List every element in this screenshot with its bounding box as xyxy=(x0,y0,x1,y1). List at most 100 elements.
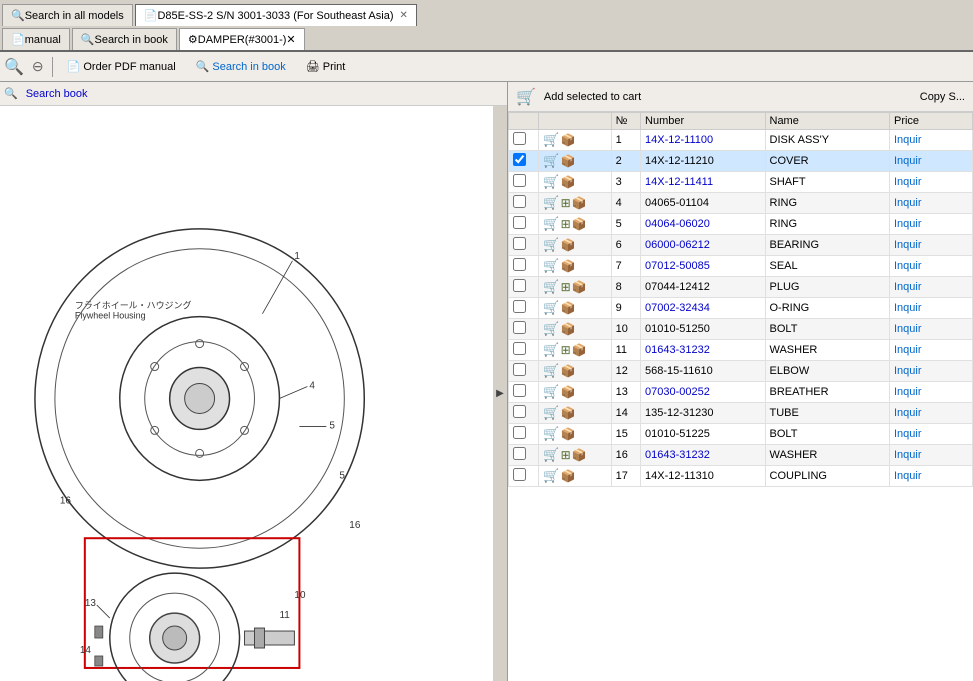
row-price[interactable]: Inquir xyxy=(889,235,972,256)
network-icon[interactable]: ⊞ xyxy=(561,448,571,462)
row-part-number[interactable]: 01010-51225 xyxy=(641,424,765,445)
cart-icon[interactable]: 🛒 xyxy=(543,384,559,399)
box-icon[interactable]: 📦 xyxy=(561,133,576,147)
row-checkbox[interactable] xyxy=(513,279,526,292)
row-checkbox[interactable] xyxy=(513,258,526,271)
inquire-link[interactable]: Inquir xyxy=(894,134,922,146)
tab-d85e[interactable]: 📄 D85E-SS-2 S/N 3001-3033 (For Southeast… xyxy=(135,4,417,26)
row-price[interactable]: Inquir xyxy=(889,298,972,319)
row-part-number[interactable]: 01010-51250 xyxy=(641,319,765,340)
copy-label[interactable]: Copy S... xyxy=(920,91,965,103)
row-price[interactable]: Inquir xyxy=(889,277,972,298)
inquire-link[interactable]: Inquir xyxy=(894,176,922,188)
row-checkbox[interactable] xyxy=(513,405,526,418)
part-number-link[interactable]: 01643-31232 xyxy=(645,449,710,461)
row-price[interactable]: Inquir xyxy=(889,256,972,277)
row-part-number[interactable]: 07002-32434 xyxy=(641,298,765,319)
panel-arrow-nav[interactable]: ▶ xyxy=(493,106,507,681)
row-part-number[interactable]: 14X-12-11210 xyxy=(641,151,765,172)
part-number-link[interactable]: 14X-12-11100 xyxy=(645,134,713,146)
row-part-number[interactable]: 06000-06212 xyxy=(641,235,765,256)
box-icon[interactable]: 📦 xyxy=(572,448,587,462)
box-icon[interactable]: 📦 xyxy=(561,175,576,189)
inquire-link[interactable]: Inquir xyxy=(894,386,922,398)
inquire-link[interactable]: Inquir xyxy=(894,197,922,209)
row-part-number[interactable]: 135-12-31230 xyxy=(641,403,765,424)
cart-icon[interactable]: 🛒 xyxy=(543,258,559,273)
network-icon[interactable]: ⊞ xyxy=(561,280,571,294)
tab-search-all-models[interactable]: 🔍 Search in all models xyxy=(2,4,133,26)
part-number-link[interactable]: 07002-32434 xyxy=(645,302,710,314)
row-price[interactable]: Inquir xyxy=(889,214,972,235)
print-btn[interactable]: 🖨 Print xyxy=(300,58,352,75)
box-icon[interactable]: 📦 xyxy=(561,259,576,273)
inquire-link[interactable]: Inquir xyxy=(894,323,922,335)
row-price[interactable]: Inquir xyxy=(889,172,972,193)
box-icon[interactable]: 📦 xyxy=(572,217,587,231)
box-icon[interactable]: 📦 xyxy=(561,385,576,399)
zoom-in-icon[interactable]: 🔍 xyxy=(4,57,24,77)
row-checkbox[interactable] xyxy=(513,426,526,439)
box-icon[interactable]: 📦 xyxy=(561,406,576,420)
row-part-number[interactable]: 14X-12-11411 xyxy=(641,172,765,193)
box-icon[interactable]: 📦 xyxy=(561,301,576,315)
tab-close-btn[interactable]: ✕ xyxy=(286,33,295,46)
cart-icon[interactable]: 🛒 xyxy=(543,216,559,231)
network-icon[interactable]: ⊞ xyxy=(561,343,571,357)
row-checkbox[interactable] xyxy=(513,174,526,187)
cart-icon[interactable]: 🛒 xyxy=(543,300,559,315)
part-number-link[interactable]: 14X-12-11411 xyxy=(645,176,713,188)
cart-icon[interactable]: 🛒 xyxy=(543,237,559,252)
cart-icon[interactable]: 🛒 xyxy=(543,468,559,483)
row-price[interactable]: Inquir xyxy=(889,361,972,382)
row-price[interactable]: Inquir xyxy=(889,193,972,214)
part-number-link[interactable]: 07030-00252 xyxy=(645,386,710,398)
row-checkbox[interactable] xyxy=(513,153,526,166)
part-number-link[interactable]: 06000-06212 xyxy=(645,239,710,251)
inquire-link[interactable]: Inquir xyxy=(894,281,922,293)
tab-manual[interactable]: 📄 manual xyxy=(2,28,70,50)
part-number-link[interactable]: 04064-06020 xyxy=(645,218,710,230)
row-checkbox[interactable] xyxy=(513,384,526,397)
search-book-diagram-link[interactable]: Search book xyxy=(26,88,88,100)
row-price[interactable]: Inquir xyxy=(889,130,972,151)
inquire-link[interactable]: Inquir xyxy=(894,260,922,272)
inquire-link[interactable]: Inquir xyxy=(894,407,922,419)
inquire-link[interactable]: Inquir xyxy=(894,428,922,440)
search-in-book-btn[interactable]: 🔍 Search in book xyxy=(190,58,292,75)
box-icon[interactable]: 📦 xyxy=(561,469,576,483)
inquire-link[interactable]: Inquir xyxy=(894,344,922,356)
cart-icon[interactable]: 🛒 xyxy=(543,426,559,441)
inquire-link[interactable]: Inquir xyxy=(894,218,922,230)
cart-icon[interactable]: 🛒 xyxy=(543,405,559,420)
part-number-link[interactable]: 01643-31232 xyxy=(645,344,710,356)
cart-icon[interactable]: 🛒 xyxy=(543,132,559,147)
row-part-number[interactable]: 01643-31232 xyxy=(641,445,765,466)
row-price[interactable]: Inquir xyxy=(889,382,972,403)
row-checkbox[interactable] xyxy=(513,321,526,334)
row-part-number[interactable]: 07044-12412 xyxy=(641,277,765,298)
row-checkbox[interactable] xyxy=(513,195,526,208)
tab-search-book[interactable]: 🔍 Search in book xyxy=(72,28,177,50)
row-part-number[interactable]: 568-15-11610 xyxy=(641,361,765,382)
box-icon[interactable]: 📦 xyxy=(561,427,576,441)
row-price[interactable]: Inquir xyxy=(889,151,972,172)
cart-icon[interactable]: 🛒 xyxy=(543,321,559,336)
box-icon[interactable]: 📦 xyxy=(572,343,587,357)
inquire-link[interactable]: Inquir xyxy=(894,365,922,377)
box-icon[interactable]: 📦 xyxy=(561,364,576,378)
row-checkbox[interactable] xyxy=(513,342,526,355)
box-icon[interactable]: 📦 xyxy=(561,154,576,168)
box-icon[interactable]: 📦 xyxy=(561,238,576,252)
row-checkbox[interactable] xyxy=(513,363,526,376)
row-price[interactable]: Inquir xyxy=(889,466,972,487)
row-checkbox[interactable] xyxy=(513,300,526,313)
row-checkbox[interactable] xyxy=(513,468,526,481)
order-pdf-btn[interactable]: 📄 Order PDF manual xyxy=(61,58,182,75)
tab-close-btn[interactable]: ✕ xyxy=(399,10,407,21)
row-part-number[interactable]: 01643-31232 xyxy=(641,340,765,361)
row-price[interactable]: Inquir xyxy=(889,319,972,340)
box-icon[interactable]: 📦 xyxy=(572,280,587,294)
cart-icon[interactable]: 🛒 xyxy=(543,174,559,189)
inquire-link[interactable]: Inquir xyxy=(894,449,922,461)
